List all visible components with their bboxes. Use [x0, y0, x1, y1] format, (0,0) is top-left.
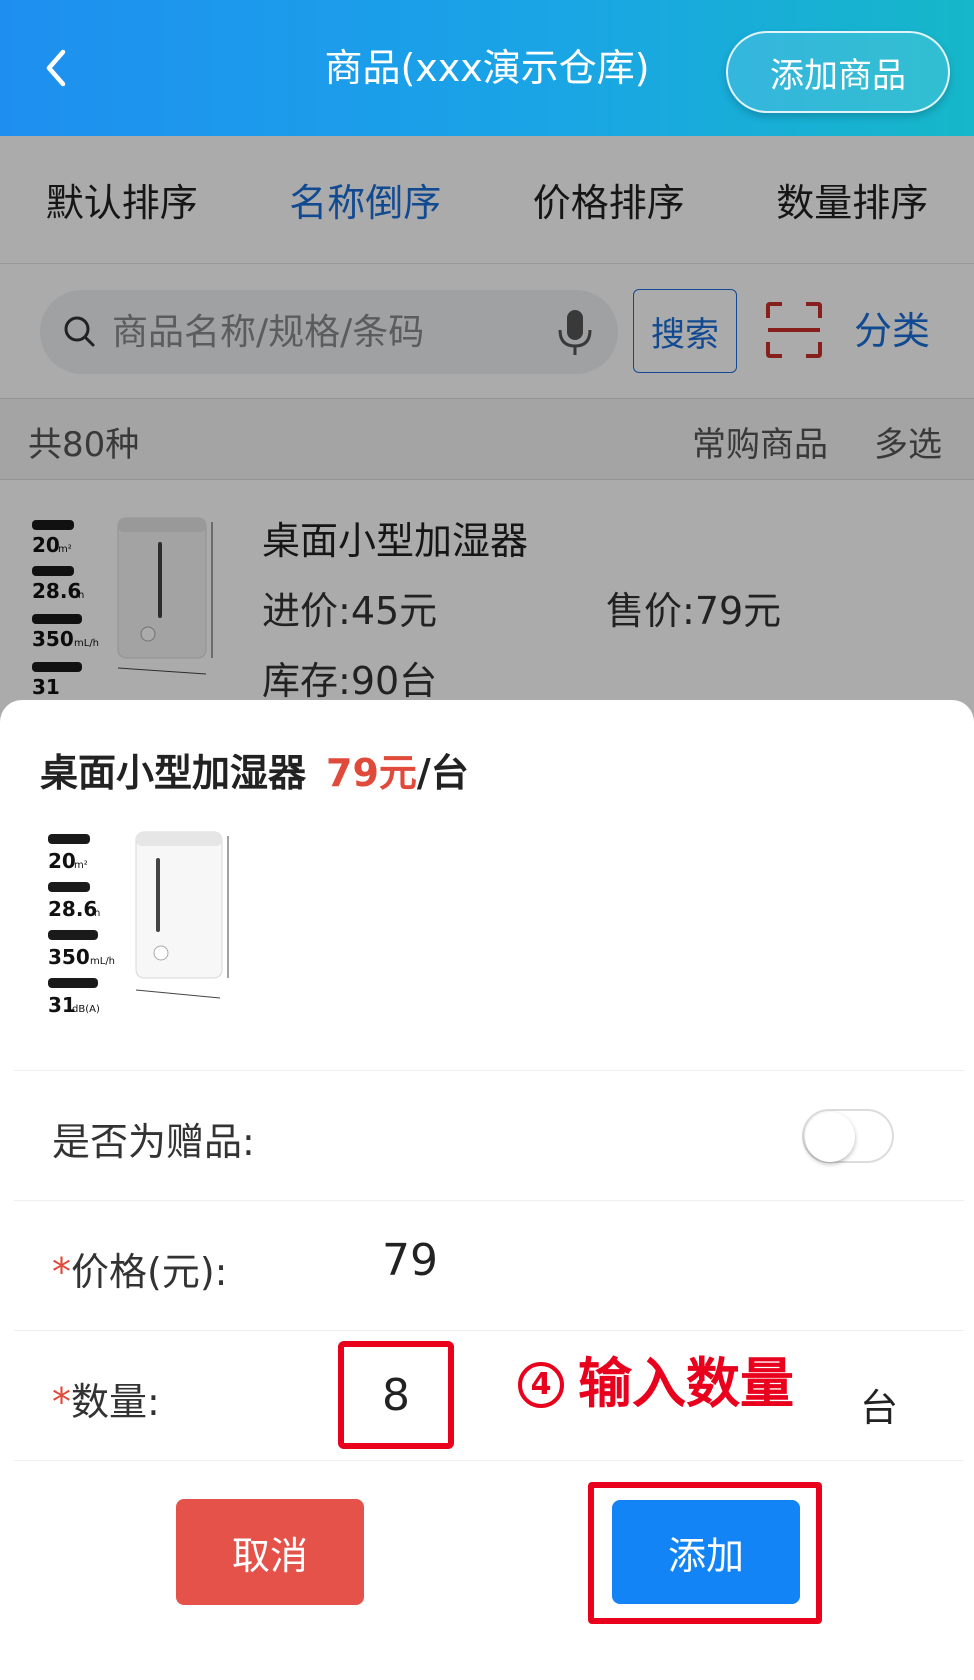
- price-row: *价格(元): 79: [14, 1201, 964, 1331]
- gift-row: 是否为赠品:: [14, 1071, 964, 1201]
- instruction-annotation: 4 输入数量: [518, 1339, 794, 1418]
- svg-text:20: 20: [48, 849, 76, 873]
- product-image: 20 m² 28.6 h 350 mL/h 31 dB(A): [48, 831, 229, 1017]
- svg-text:28.6: 28.6: [48, 897, 97, 921]
- toggle-knob: [805, 1112, 855, 1162]
- price-field-label: *价格(元):: [52, 1241, 227, 1296]
- svg-text:mL/h: mL/h: [90, 956, 115, 967]
- quantity-highlight-box: [338, 1341, 454, 1449]
- add-product-button[interactable]: 添加商品: [726, 31, 950, 113]
- sheet-product-name: 桌面小型加湿器: [40, 751, 307, 795]
- sheet-title: 桌面小型加湿器 79元/台: [40, 742, 469, 797]
- sheet-product-unit: /台: [416, 751, 469, 795]
- svg-text:350: 350: [48, 945, 90, 969]
- gift-label: 是否为赠品:: [52, 1120, 255, 1164]
- annotation-text: 输入数量: [578, 1352, 794, 1415]
- svg-text:h: h: [94, 908, 100, 919]
- quantity-label: *数量:: [52, 1371, 160, 1426]
- cancel-button[interactable]: 取消: [176, 1499, 364, 1605]
- required-marker: *: [52, 1250, 71, 1294]
- quantity-input[interactable]: [351, 1355, 441, 1435]
- svg-text:m²: m²: [74, 860, 88, 871]
- quantity-unit: 台: [860, 1386, 899, 1430]
- quantity-label-text: 数量:: [71, 1380, 160, 1424]
- price-field-label-text: 价格(元):: [71, 1250, 228, 1294]
- svg-text:dB(A): dB(A): [72, 1004, 100, 1015]
- add-product-sheet: 桌面小型加湿器 79元/台 20 m² 28.6 h 350 mL/h 31 dB…: [0, 700, 974, 1680]
- gift-toggle[interactable]: [802, 1109, 894, 1163]
- add-button[interactable]: 添加: [612, 1500, 800, 1604]
- quantity-row: *数量: 4 输入数量 台: [14, 1331, 964, 1461]
- add-product-form: 是否为赠品: *价格(元): 79 *数量: 4输入数量 台: [14, 1070, 964, 1461]
- sheet-product-price: 79元: [326, 751, 417, 795]
- required-marker: *: [52, 1380, 71, 1424]
- price-field-value[interactable]: 79: [382, 1235, 438, 1286]
- step-number-badge: 4: [518, 1362, 564, 1408]
- app-header: 商品(xxx演示仓库) 添加商品: [0, 0, 974, 136]
